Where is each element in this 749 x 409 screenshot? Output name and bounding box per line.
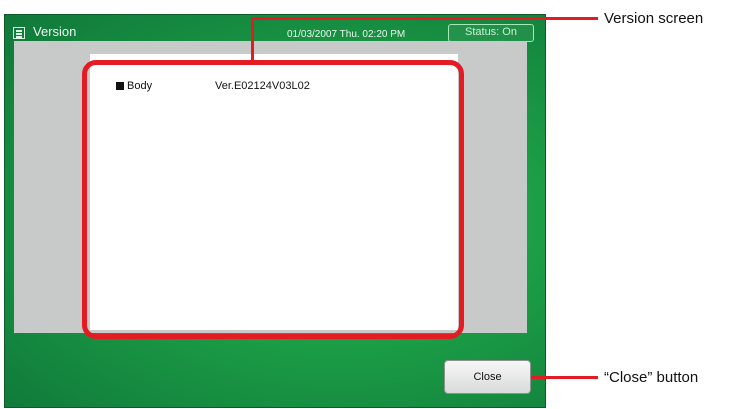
close-button[interactable]: Close [444, 360, 531, 394]
version-screen-annotation: Version screen [604, 10, 704, 27]
status-badge: Status: On [448, 24, 534, 42]
version-screen-highlight [82, 60, 464, 339]
close-callout-line [531, 376, 598, 379]
version-callout-line-h [252, 17, 598, 20]
window-icon [13, 27, 25, 39]
version-callout-line-v [251, 17, 254, 62]
datetime: 01/03/2007 Thu. 02:20 PM [287, 29, 406, 40]
close-button-annotation: “Close” button [604, 369, 699, 386]
window-title: Version [33, 24, 77, 39]
